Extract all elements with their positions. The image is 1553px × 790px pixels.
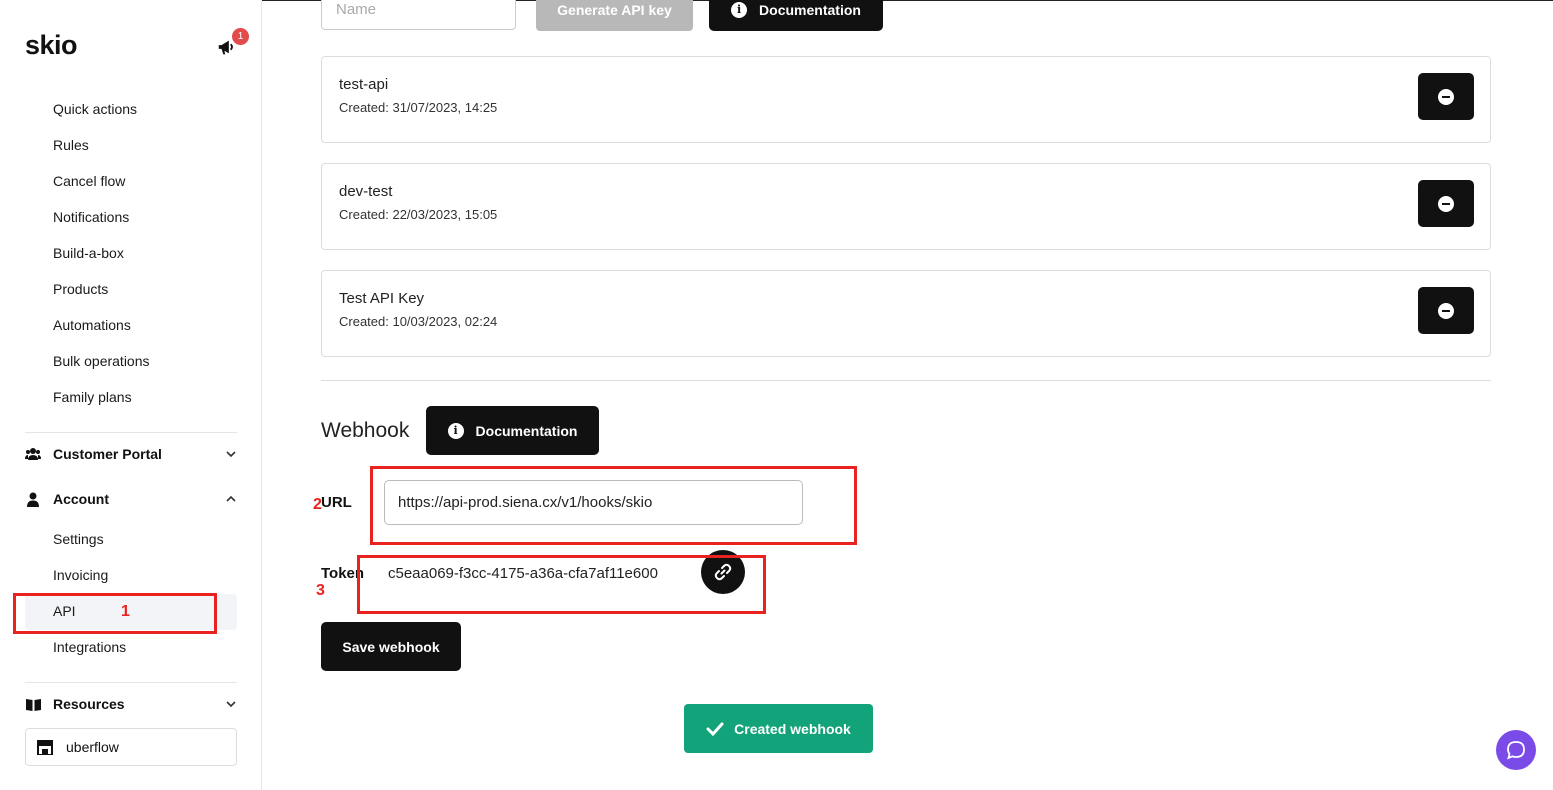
sidebar-item-bulk-operations[interactable]: Bulk operations (53, 353, 150, 369)
toast-message: Created webhook (734, 720, 851, 737)
sidebar-item-rules[interactable]: Rules (53, 137, 89, 153)
api-key-card: dev-test Created: 22/03/2023, 15:05 (321, 163, 1491, 250)
sidebar-section-label: Resources (53, 696, 125, 712)
save-webhook-button[interactable]: Save webhook (321, 622, 461, 671)
info-icon: i (731, 1, 748, 18)
sidebar-section-label: Customer Portal (53, 446, 162, 462)
annotation-number: 1 (121, 603, 130, 620)
sidebar-item-settings[interactable]: Settings (53, 531, 104, 547)
sidebar-section-label: Account (53, 491, 109, 507)
annotation-box-token (357, 555, 766, 614)
sidebar-item-cancel-flow[interactable]: Cancel flow (53, 173, 125, 189)
delete-api-key-button[interactable] (1418, 180, 1474, 227)
sidebar: skio 1 Quick actions Rules Cancel flow N… (0, 0, 262, 790)
api-key-name: Test API Key (339, 290, 425, 307)
success-toast: Created webhook (684, 704, 873, 753)
sidebar-item-products[interactable]: Products (53, 281, 108, 297)
api-key-created: Created: 10/03/2023, 02:24 (339, 314, 498, 329)
sidebar-divider (25, 432, 237, 433)
api-key-name: test-api (339, 76, 389, 93)
users-icon (25, 446, 41, 462)
delete-api-key-button[interactable] (1418, 73, 1474, 120)
api-key-name-input[interactable] (321, 0, 516, 30)
sidebar-item-family-plans[interactable]: Family plans (53, 389, 132, 405)
chevron-down-icon (226, 701, 236, 708)
chat-launcher-button[interactable] (1496, 730, 1536, 770)
sidebar-section-resources[interactable]: Resources (25, 694, 237, 714)
section-divider (321, 380, 1491, 381)
minus-circle-icon (1438, 302, 1454, 319)
app-logo: skio (25, 30, 78, 60)
chevron-down-icon (226, 451, 236, 458)
annotation-box-url (370, 466, 857, 545)
button-label: Save webhook (342, 638, 440, 655)
store-icon (37, 740, 53, 755)
api-key-card: Test API Key Created: 10/03/2023, 02:24 (321, 270, 1491, 357)
sidebar-section-customer-portal[interactable]: Customer Portal (25, 444, 237, 464)
api-documentation-button[interactable]: i Documentation (709, 0, 883, 31)
book-icon (25, 696, 41, 712)
sidebar-item-automations[interactable]: Automations (53, 317, 131, 333)
store-selector[interactable]: uberflow (25, 728, 237, 766)
url-label: URL (321, 494, 352, 511)
store-name: uberflow (66, 739, 119, 755)
annotation-box-api (13, 593, 217, 634)
api-key-created: Created: 22/03/2023, 15:05 (339, 207, 498, 222)
webhook-documentation-button[interactable]: i Documentation (426, 406, 599, 455)
sidebar-item-quick-actions[interactable]: Quick actions (53, 101, 137, 117)
api-key-created: Created: 31/07/2023, 14:25 (339, 100, 498, 115)
sidebar-item-integrations[interactable]: Integrations (53, 639, 126, 655)
webhook-title: Webhook (321, 419, 410, 442)
delete-api-key-button[interactable] (1418, 287, 1474, 334)
button-label: Documentation (759, 1, 861, 18)
generate-api-key-button[interactable]: Generate API key (536, 0, 693, 31)
minus-circle-icon (1438, 88, 1454, 105)
sidebar-item-build-a-box[interactable]: Build-a-box (53, 245, 124, 261)
sidebar-divider (25, 682, 237, 683)
sidebar-section-account[interactable]: Account (25, 489, 237, 509)
checkmark-icon (706, 722, 724, 736)
annotation-number: 3 (316, 582, 325, 599)
api-key-card: test-api Created: 31/07/2023, 14:25 (321, 56, 1491, 143)
button-label: Documentation (475, 422, 578, 439)
sidebar-item-invoicing[interactable]: Invoicing (53, 567, 108, 583)
annotation-number: 2 (313, 496, 322, 513)
chat-icon (1507, 741, 1525, 760)
minus-circle-icon (1438, 195, 1454, 212)
sidebar-item-notifications[interactable]: Notifications (53, 209, 129, 225)
chevron-up-icon (226, 495, 236, 502)
api-key-name: dev-test (339, 183, 393, 200)
notification-badge: 1 (232, 28, 249, 45)
user-icon (25, 491, 41, 507)
info-icon: i (447, 422, 464, 439)
